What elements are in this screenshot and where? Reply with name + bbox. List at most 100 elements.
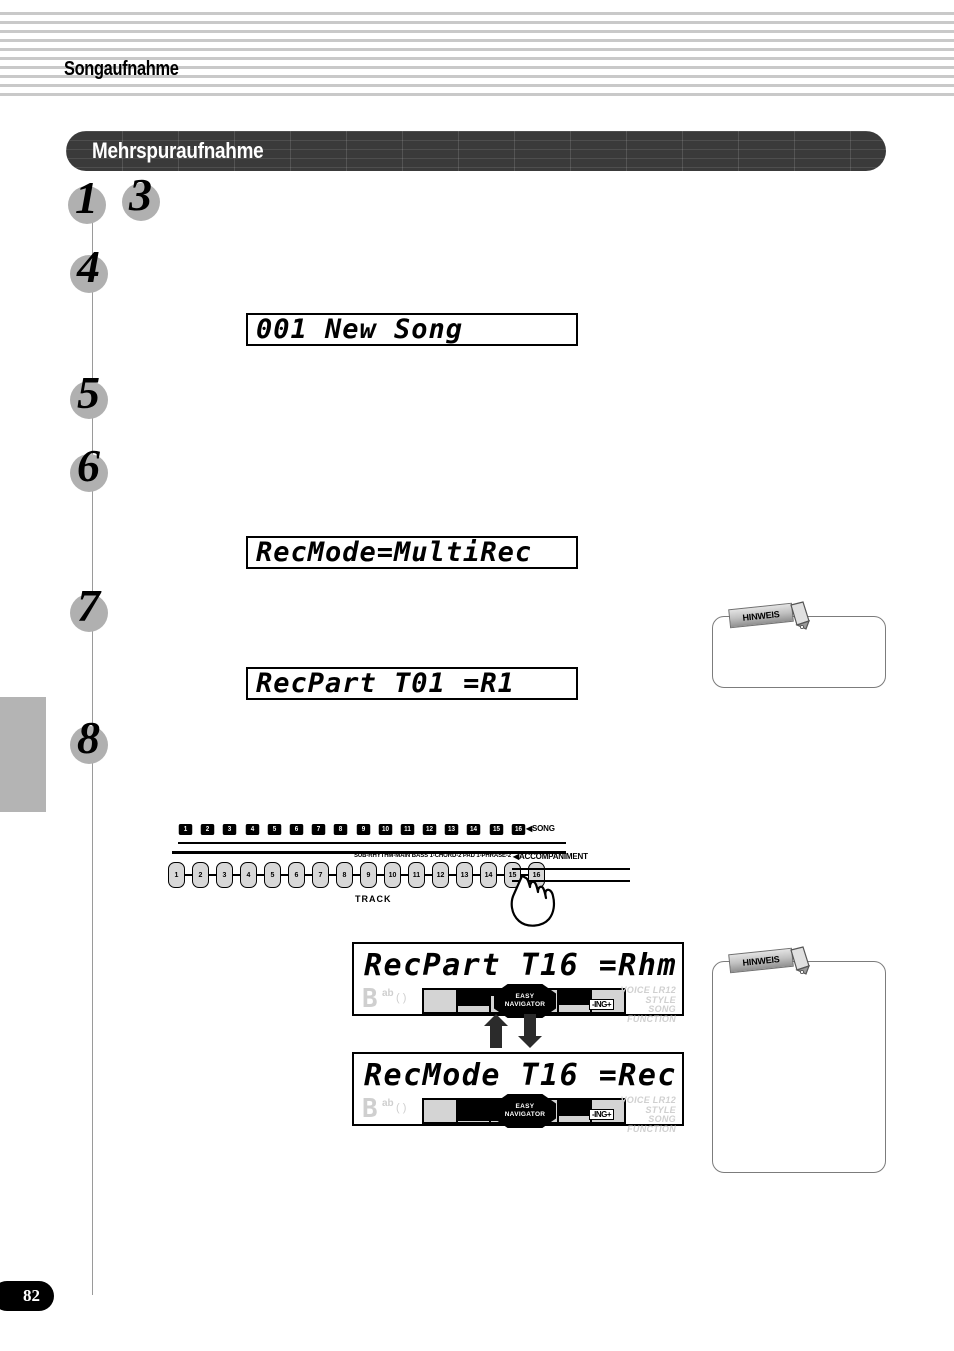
chapter-title: Songaufnahme xyxy=(64,58,179,80)
page-number-badge: 82 xyxy=(0,1281,54,1311)
track-button-2[interactable]: 2 xyxy=(192,862,209,888)
hinweis-tab-label: HINWEIS xyxy=(728,947,794,974)
chord-paren-label: ( ) xyxy=(396,1102,407,1114)
step-number-label: 7 xyxy=(77,580,100,631)
panel-main-text: RecPart T16 =Rhm xyxy=(364,948,677,983)
ing-indicator-chip: -ING+ xyxy=(588,1109,614,1120)
track-button-7[interactable]: 7 xyxy=(312,862,329,888)
song-track-chip-10[interactable]: 10 xyxy=(378,824,392,835)
track-button-link xyxy=(329,874,336,876)
track-button-link xyxy=(401,874,408,876)
panel-mode-labels: VOICE LR12 STYLE SONG FUNCTION xyxy=(620,985,676,1024)
track-button-link xyxy=(497,874,504,876)
track-button-link xyxy=(449,874,456,876)
arrow-down-icon xyxy=(518,1014,542,1048)
track-button-14[interactable]: 14 xyxy=(480,862,497,888)
chord-flat-label: ab xyxy=(382,988,394,999)
chapter-edge-tab xyxy=(0,697,46,812)
step-number-4: 4 xyxy=(70,244,116,295)
panel-main-text: RecMode T16 =Rec xyxy=(364,1058,677,1093)
lcd-display: RecMode=MultiRec xyxy=(246,536,578,569)
chord-paren-label: ( ) xyxy=(396,992,407,1004)
song-track-chip-5[interactable]: 5 xyxy=(267,824,281,835)
bargraph-cell-fill xyxy=(457,1100,490,1122)
page-header-stripe-band xyxy=(0,12,954,96)
track-button-4[interactable]: 4 xyxy=(240,862,257,888)
step-number-6: 6 xyxy=(70,443,116,494)
track-button-link xyxy=(377,874,384,876)
track-button-row: 1 2 3 4 5 6 7 8 9 10 11 12 13 14 15 16 xyxy=(168,862,545,888)
hinweis-tab-label: HINWEIS xyxy=(728,602,794,629)
easy-navigator-line1: EASY xyxy=(515,1103,535,1110)
chord-root-label: B xyxy=(362,984,378,1014)
bargraph-cell xyxy=(558,990,593,1012)
lcd-display-text: 001 New Song xyxy=(256,314,464,345)
toggle-arrows xyxy=(484,1014,554,1048)
track-button-10[interactable]: 10 xyxy=(384,862,401,888)
bargraph-cell xyxy=(558,1100,593,1122)
track-button-diagram: 1 2 3 4 5 6 7 8 9 10 11 12 13 14 15 16 ◀SONG SUB-RHYTHM… xyxy=(168,824,638,927)
song-track-chip-11[interactable]: 11 xyxy=(400,824,415,835)
song-track-chip-7[interactable]: 7 xyxy=(311,824,326,835)
lcd-display-text: RecPart T01 =R1 xyxy=(256,668,515,699)
bargraph-cell-fill xyxy=(457,990,490,1006)
hinweis-note-box: HINWEIS xyxy=(712,946,886,1173)
track-button-9[interactable]: 9 xyxy=(360,862,377,888)
song-track-chip-4[interactable]: 4 xyxy=(245,824,259,835)
bargraph-cell xyxy=(424,990,458,1012)
pointing-hand-icon xyxy=(504,872,560,930)
diagram-wire-right-upper xyxy=(512,868,630,870)
track-button-5[interactable]: 5 xyxy=(264,862,281,888)
recmode-panel: RecMode T16 =Rec Bab( ) EASY NAVIGATOR -ING+… xyxy=(352,1052,684,1133)
track-button-link xyxy=(185,874,192,876)
pencil-icon xyxy=(787,946,813,976)
easy-navigator-line2: NAVIGATOR xyxy=(504,1111,546,1118)
track-button-6[interactable]: 6 xyxy=(288,862,305,888)
step-number-label: 4 xyxy=(77,241,100,292)
pencil-icon xyxy=(787,601,813,631)
easy-navigator-badge: EASY NAVIGATOR xyxy=(494,984,556,1018)
song-track-chip-2[interactable]: 2 xyxy=(200,824,215,835)
song-track-chip-3[interactable]: 3 xyxy=(223,824,237,835)
step-number-5: 5 xyxy=(70,370,116,421)
step-number-label: 5 xyxy=(77,367,100,418)
panel-mode-label: FUNCTION xyxy=(627,1013,676,1024)
lcd-display: 001 New Song xyxy=(246,313,578,346)
track-button-link xyxy=(353,874,360,876)
track-button-link xyxy=(257,874,264,876)
song-track-chip-8[interactable]: 8 xyxy=(334,824,348,835)
track-button-11[interactable]: 11 xyxy=(408,862,425,888)
section-title-label: Mehrspuraufnahme xyxy=(92,138,264,163)
song-track-chip-16[interactable]: 16 xyxy=(511,824,526,835)
easy-navigator-line1: EASY xyxy=(515,993,535,1000)
lcd-display: RecPart T01 =R1 xyxy=(246,667,578,700)
step-number-label: 6 xyxy=(77,440,100,491)
chord-flat-label: ab xyxy=(382,1098,394,1109)
track-button-link xyxy=(425,874,432,876)
track-button-13[interactable]: 13 xyxy=(456,862,473,888)
step-number-8: 8 xyxy=(70,715,116,766)
track-button-1[interactable]: 1 xyxy=(168,862,185,888)
track-button-link xyxy=(473,874,480,876)
song-track-chip-1[interactable]: 1 xyxy=(178,824,193,835)
step-number-label: 3 xyxy=(129,169,152,220)
song-track-chip-row: 1 2 3 4 5 6 7 8 9 10 11 12 13 14 15 16 xyxy=(178,824,533,835)
chord-root-label: B xyxy=(362,1094,378,1124)
song-track-chip-15[interactable]: 15 xyxy=(489,824,503,835)
hinweis-note-box: HINWEIS xyxy=(712,601,886,688)
track-button-link xyxy=(209,874,216,876)
song-track-chip-9[interactable]: 9 xyxy=(356,824,370,835)
track-button-link xyxy=(305,874,312,876)
track-button-8[interactable]: 8 xyxy=(336,862,353,888)
accompaniment-tag-label: ◀ACCOMPANIMENT xyxy=(513,852,588,861)
track-button-12[interactable]: 12 xyxy=(432,862,449,888)
song-track-chip-12[interactable]: 12 xyxy=(422,824,437,835)
song-track-chip-6[interactable]: 6 xyxy=(289,824,304,835)
song-track-chip-14[interactable]: 14 xyxy=(467,824,481,835)
step-number-7: 7 xyxy=(70,583,116,634)
accompaniment-part-labels: SUB-RHYTHM-MAIN BASS 1-CHORD-2 PAD 1-PHR… xyxy=(354,853,512,859)
panel-mode-label: FUNCTION xyxy=(627,1123,676,1134)
song-track-chip-13[interactable]: 13 xyxy=(445,824,459,835)
lcd-display-text: RecMode=MultiRec xyxy=(256,537,533,568)
track-button-3[interactable]: 3 xyxy=(216,862,233,888)
